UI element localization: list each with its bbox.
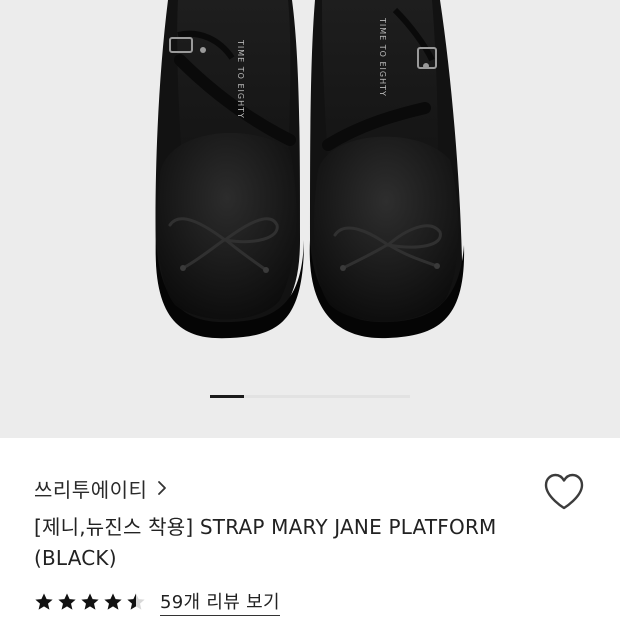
product-title: [제니,뉴진스 착용] STRAP MARY JANE PLATFORM (BL… (34, 515, 497, 570)
product-image-gallery[interactable]: TIME TO EIGHTY TIME TO EIGHTY (0, 0, 620, 438)
rating-summary: 59개 리뷰 보기 (34, 588, 280, 616)
svg-text:TIME TO EIGHTY: TIME TO EIGHTY (378, 17, 387, 97)
star-rating (34, 592, 146, 612)
heart-outline-icon (544, 473, 584, 510)
left-shoe: TIME TO EIGHTY (155, 0, 304, 339)
product-photo: TIME TO EIGHTY TIME TO EIGHTY (155, 0, 465, 339)
right-shoe: TIME TO EIGHTY (309, 0, 465, 339)
brand-link[interactable]: 쓰리투에이티 (34, 474, 167, 502)
image-pager-active-indicator (210, 395, 244, 398)
star-icon (58, 593, 76, 610)
product-info-panel: 쓰리투에이티 [제니,뉴진스 착용] STRAP MARY JANE PLATF… (0, 438, 620, 620)
chevron-right-icon (158, 481, 167, 495)
star-icon (35, 593, 53, 610)
brand-name: 쓰리투에이티 (34, 477, 148, 502)
image-pager[interactable] (210, 395, 410, 398)
star-icon (104, 593, 122, 610)
svg-text:TIME TO EIGHTY: TIME TO EIGHTY (236, 39, 245, 119)
star-icon (81, 593, 99, 610)
star-icon (127, 593, 145, 610)
wishlist-button[interactable] (543, 472, 585, 512)
reviews-link[interactable]: 59개 리뷰 보기 (160, 588, 280, 616)
